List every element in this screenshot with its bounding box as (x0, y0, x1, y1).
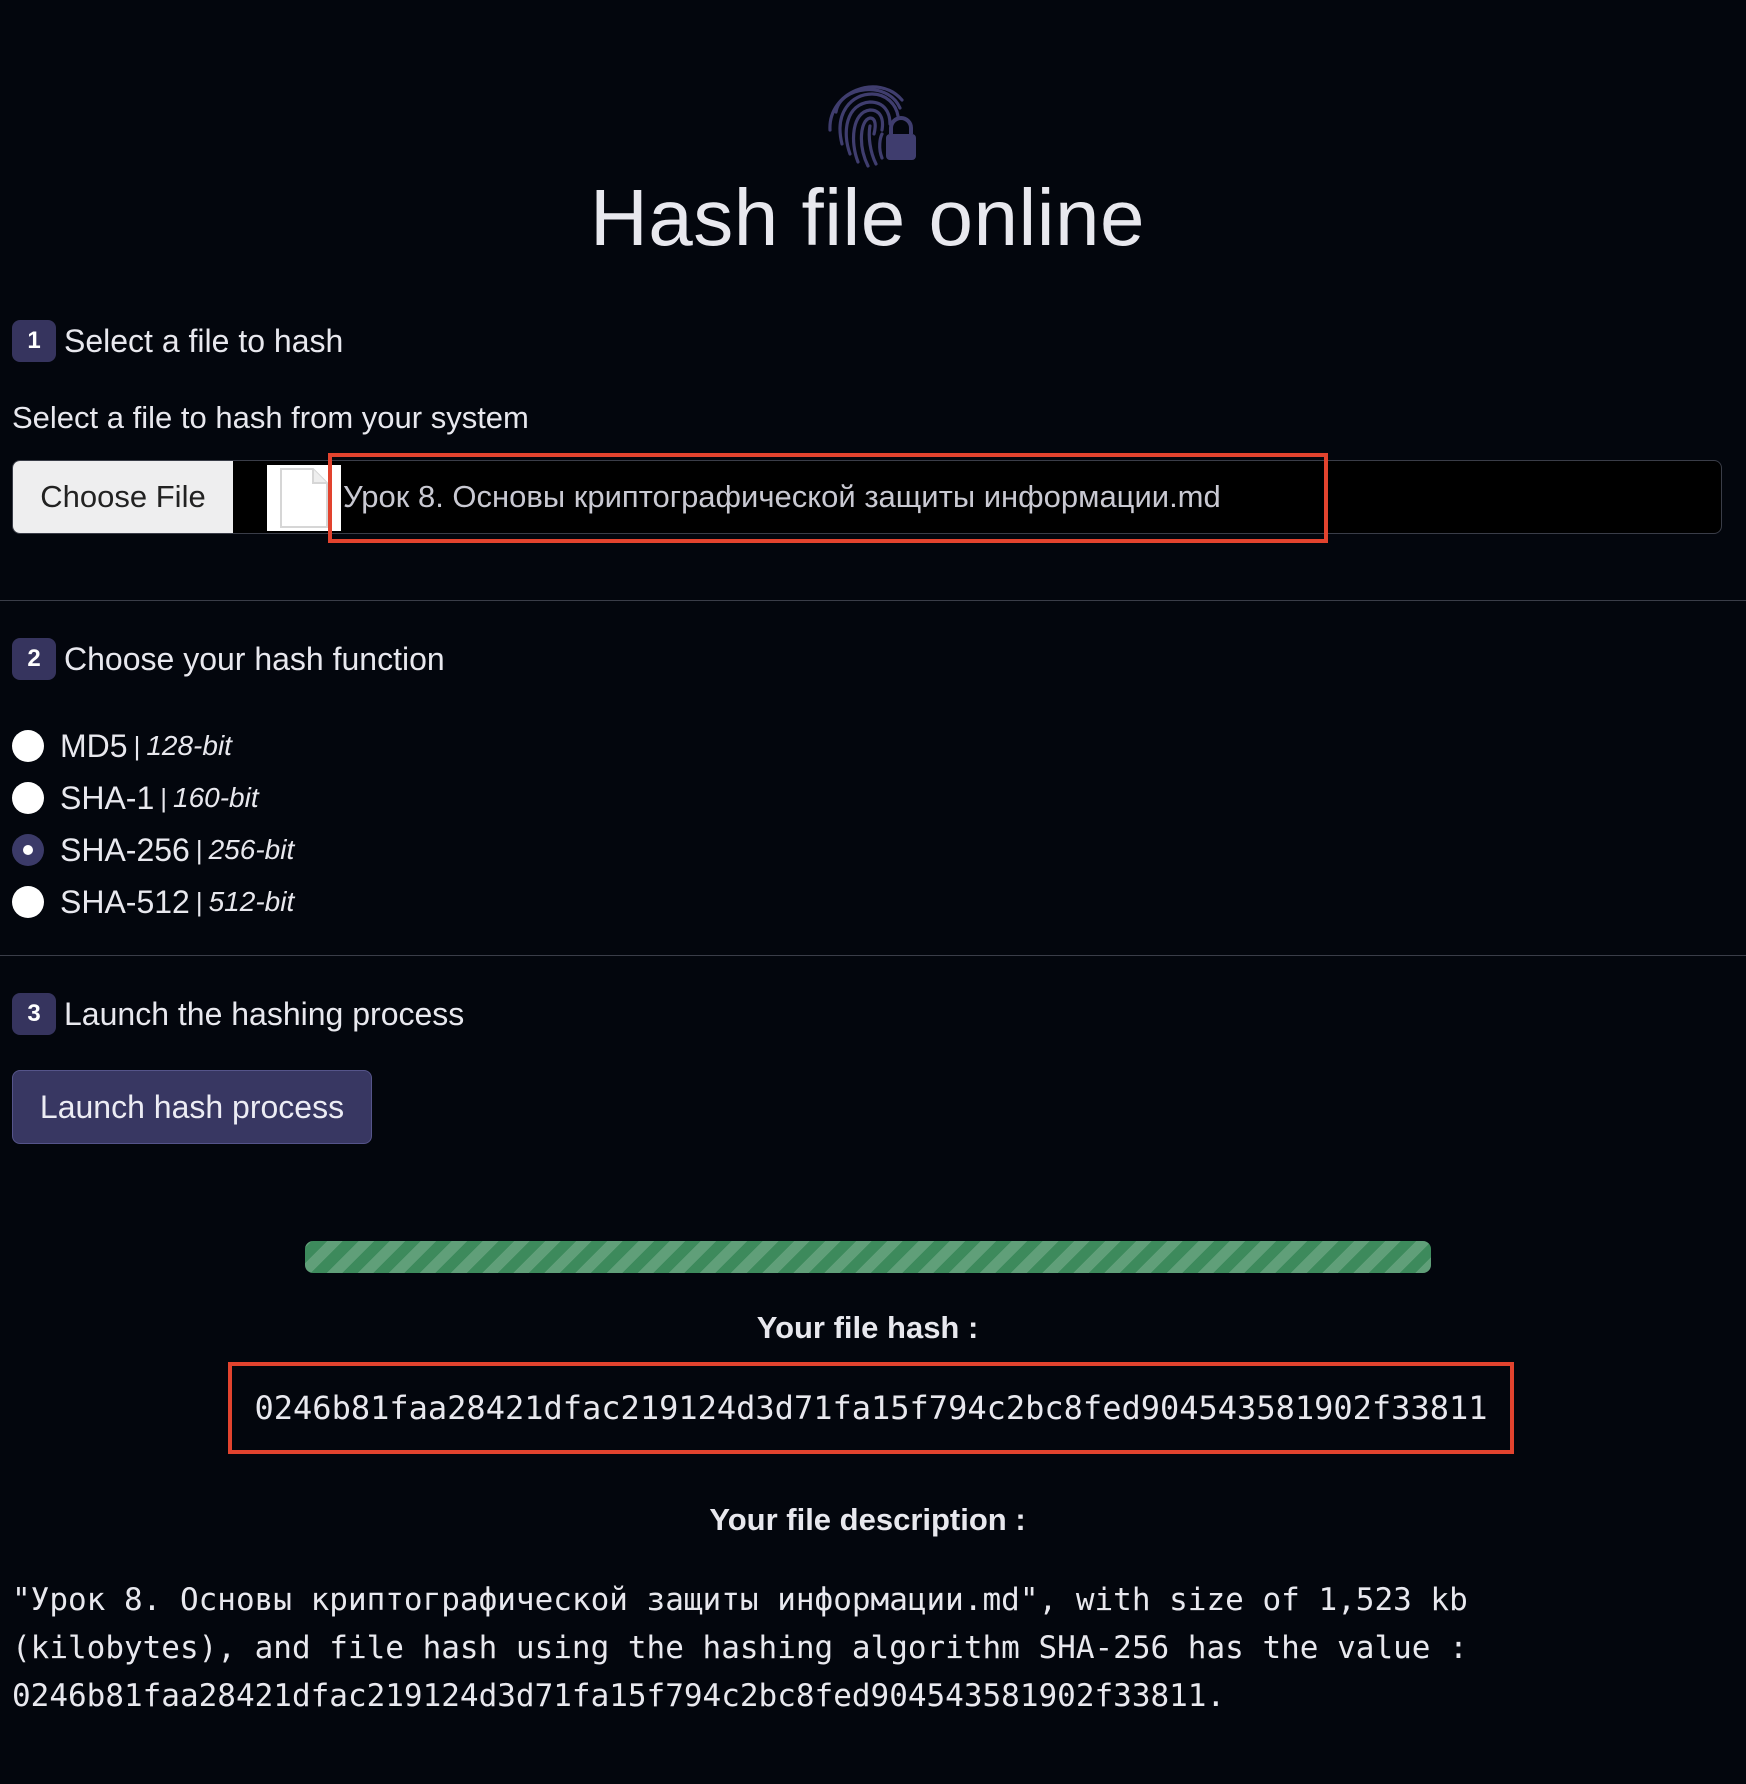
radio-sha1[interactable] (12, 782, 44, 814)
step-1-heading: 1 Select a file to hash (12, 320, 343, 362)
step-2-title: Choose your hash function (64, 640, 445, 677)
option-separator: | (195, 834, 203, 865)
choose-file-button[interactable]: Choose File (13, 461, 233, 533)
section-divider (0, 955, 1746, 956)
option-bits: 512-bit (208, 886, 295, 917)
hash-progress-bar (305, 1241, 1431, 1273)
option-bits: 256-bit (208, 834, 295, 865)
fingerprint-lock-icon (818, 72, 918, 172)
step-1-title: Select a file to hash (64, 322, 344, 359)
option-name: MD5 (60, 727, 128, 764)
option-name: SHA-1 (60, 779, 155, 816)
option-sha1[interactable]: SHA-1 | 160-bit (12, 772, 294, 824)
step-3-title: Launch the hashing process (64, 995, 465, 1032)
hash-result-label: Your file hash : (756, 1310, 979, 1345)
step-3-badge: 3 (12, 993, 56, 1035)
hash-function-options: MD5 | 128-bit SHA-1 | 160-bit SHA-256 | … (12, 720, 294, 928)
option-name: SHA-512 (60, 883, 190, 920)
hash-value: 0246b81faa28421dfac219124d3d71fa15f794c2… (228, 1362, 1514, 1454)
progress-fill (305, 1241, 1431, 1273)
option-md5[interactable]: MD5 | 128-bit (12, 720, 294, 772)
step-3-heading: 3 Launch the hashing process (12, 993, 464, 1035)
option-separator: | (195, 886, 203, 917)
step-1-badge: 1 (12, 320, 56, 362)
option-sha512[interactable]: SHA-512 | 512-bit (12, 876, 294, 928)
option-separator: | (160, 782, 168, 813)
page-title: Hash file online (590, 173, 1145, 262)
option-name: SHA-256 (60, 831, 190, 868)
radio-sha512[interactable] (12, 886, 44, 918)
file-name-highlight (328, 453, 1328, 543)
section-divider (0, 600, 1746, 601)
file-description: "Урок 8. Основы криптографической защиты… (12, 1582, 1468, 1714)
step-2-heading: 2 Choose your hash function (12, 638, 445, 680)
option-sha256[interactable]: SHA-256 | 256-bit (12, 824, 294, 876)
description-label: Your file description : (709, 1502, 1026, 1537)
file-select-label: Select a file to hash from your system (12, 400, 529, 435)
option-separator: | (133, 730, 141, 761)
radio-md5[interactable] (12, 730, 44, 762)
option-bits: 160-bit (173, 782, 259, 813)
radio-sha256[interactable] (12, 834, 44, 866)
launch-hash-button[interactable]: Launch hash process (12, 1070, 372, 1144)
step-2-badge: 2 (12, 638, 56, 680)
option-bits: 128-bit (146, 730, 232, 761)
